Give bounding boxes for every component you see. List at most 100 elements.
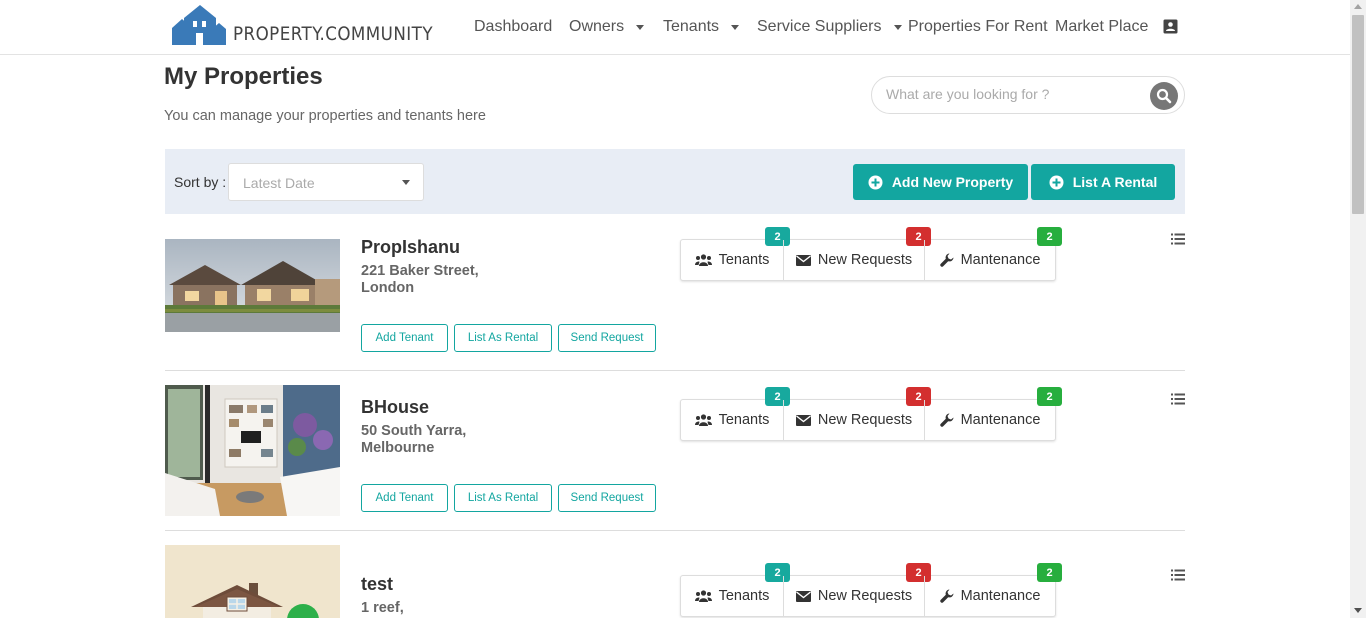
add-tenant-button[interactable]: Add Tenant [361,324,448,352]
users-icon [694,254,712,266]
nav-properties-for-rent-label: Properties For Rent [908,18,1048,35]
property-address: 50 South Yarra, Melbourne [361,423,467,456]
users-icon [694,414,712,426]
nav-owners[interactable]: Owners [569,18,645,36]
wrench-icon [939,253,954,267]
add-new-property-label: Add New Property [891,174,1014,190]
property-card: BHouse 50 South Yarra, Melbourne Add Ten… [165,385,1185,531]
new-requests-stat-button[interactable]: 2 New Requests [783,227,931,280]
nav-tenants-label: Tenants [663,18,720,35]
new-requests-stat-label: New Requests [817,588,913,604]
page-title: My Properties [164,63,323,90]
property-address: 221 Baker Street, London [361,263,479,296]
house-exterior-photo [165,239,340,332]
nav-tenants[interactable]: Tenants [663,18,740,36]
maintenance-stat-button[interactable]: 2 Mantenance [924,227,1062,280]
property-name[interactable]: BHouse [361,397,429,418]
nav-market-place[interactable]: Market Place [1055,18,1148,36]
caret-down-icon [636,24,645,30]
tenants-stat-button[interactable]: 2 Tenants [681,227,790,280]
caret-down-icon [402,180,410,185]
nav-dashboard-label: Dashboard [474,18,553,35]
tenants-stat-button[interactable]: 2 Tenants [681,563,790,616]
nav-owners-label: Owners [569,18,625,35]
top-navbar: PROPERTY.COMMUNITY Dashboard Owners Tena… [0,0,1350,55]
tenants-stat-label: Tenants [718,588,770,604]
page-scrollbar[interactable] [1350,0,1366,618]
nav-properties-for-rent[interactable]: Properties For Rent [908,18,1048,36]
plus-circle-icon [868,175,883,189]
maintenance-count-badge: 2 [1037,387,1062,406]
property-photo[interactable] [165,545,340,618]
scroll-down-arrow-icon[interactable] [1354,608,1362,613]
search-button[interactable] [1150,82,1178,110]
property-stats: 2 Tenants 2 New Requests 2 Mantenance [680,387,1062,441]
send-request-button[interactable]: Send Request [558,324,656,352]
envelope-icon [795,590,811,602]
sort-select[interactable]: Latest Date [228,163,424,201]
nav-service-suppliers[interactable]: Service Suppliers [757,18,902,36]
sort-label: Sort by : [174,174,227,190]
properties-toolbar: Sort by : Latest Date Add New Property L… [165,149,1185,214]
list-menu-icon[interactable] [1171,569,1185,581]
caret-down-icon [893,24,902,30]
add-new-property-button[interactable]: Add New Property [853,164,1028,200]
maintenance-stat-button[interactable]: 2 Mantenance [924,387,1062,440]
tenants-stat-label: Tenants [718,252,770,268]
list-menu-icon[interactable] [1171,393,1185,405]
new-requests-stat-label: New Requests [817,252,913,268]
wrench-icon [939,413,954,427]
page-subtitle: You can manage your properties and tenan… [164,108,486,124]
living-room-photo [165,385,340,516]
new-requests-stat-button[interactable]: 2 New Requests [783,387,931,440]
scroll-thumb[interactable] [1352,15,1364,214]
tenants-stat-label: Tenants [718,412,770,428]
property-address: 1 reef, [361,600,404,616]
list-a-rental-button[interactable]: List A Rental [1031,164,1175,200]
property-card: PropIshanu 221 Baker Street, London Add … [165,227,1185,371]
property-photo[interactable] [165,239,340,332]
nav-service-suppliers-label: Service Suppliers [757,18,882,35]
envelope-icon [795,254,811,266]
add-tenant-button[interactable]: Add Tenant [361,484,448,512]
search-box [871,76,1185,114]
caret-down-icon [731,24,740,30]
property-card: test 1 reef, 2 Tenants 2 New Requests 2 … [165,545,1185,618]
house-illustration-image [165,545,340,618]
house-logo-icon [172,5,226,45]
maintenance-stat-label: Mantenance [960,588,1041,604]
envelope-icon [795,414,811,426]
plus-circle-icon [1049,175,1064,189]
list-as-rental-button[interactable]: List As Rental [454,484,552,512]
property-name[interactable]: PropIshanu [361,237,460,258]
scroll-up-arrow-icon[interactable] [1354,4,1362,9]
wrench-icon [939,589,954,603]
list-menu-icon[interactable] [1171,233,1185,245]
maintenance-count-badge: 2 [1037,227,1062,246]
property-stats: 2 Tenants 2 New Requests 2 Mantenance [680,563,1062,617]
search-icon [1156,88,1172,104]
property-name[interactable]: test [361,574,393,595]
maintenance-count-badge: 2 [1037,563,1062,582]
maintenance-stat-button[interactable]: 2 Mantenance [924,563,1062,616]
property-stats: 2 Tenants 2 New Requests 2 Mantenance [680,227,1062,281]
row-divider [165,370,1185,371]
row-divider [165,530,1185,531]
nav-market-place-label: Market Place [1055,18,1149,35]
contact-card-icon[interactable] [1163,19,1178,34]
maintenance-stat-label: Mantenance [960,252,1041,268]
property-photo[interactable] [165,385,340,516]
brand-logo[interactable]: PROPERTY.COMMUNITY [168,5,460,45]
users-icon [694,590,712,602]
brand-name: PROPERTY.COMMUNITY [233,23,433,45]
search-input[interactable] [886,86,1146,102]
new-requests-stat-label: New Requests [817,412,913,428]
tenants-stat-button[interactable]: 2 Tenants [681,387,790,440]
list-a-rental-label: List A Rental [1072,174,1158,190]
send-request-button[interactable]: Send Request [558,484,656,512]
nav-dashboard[interactable]: Dashboard [474,18,552,36]
list-as-rental-button[interactable]: List As Rental [454,324,552,352]
new-requests-stat-button[interactable]: 2 New Requests [783,563,931,616]
sort-select-value: Latest Date [243,175,315,191]
maintenance-stat-label: Mantenance [960,412,1041,428]
